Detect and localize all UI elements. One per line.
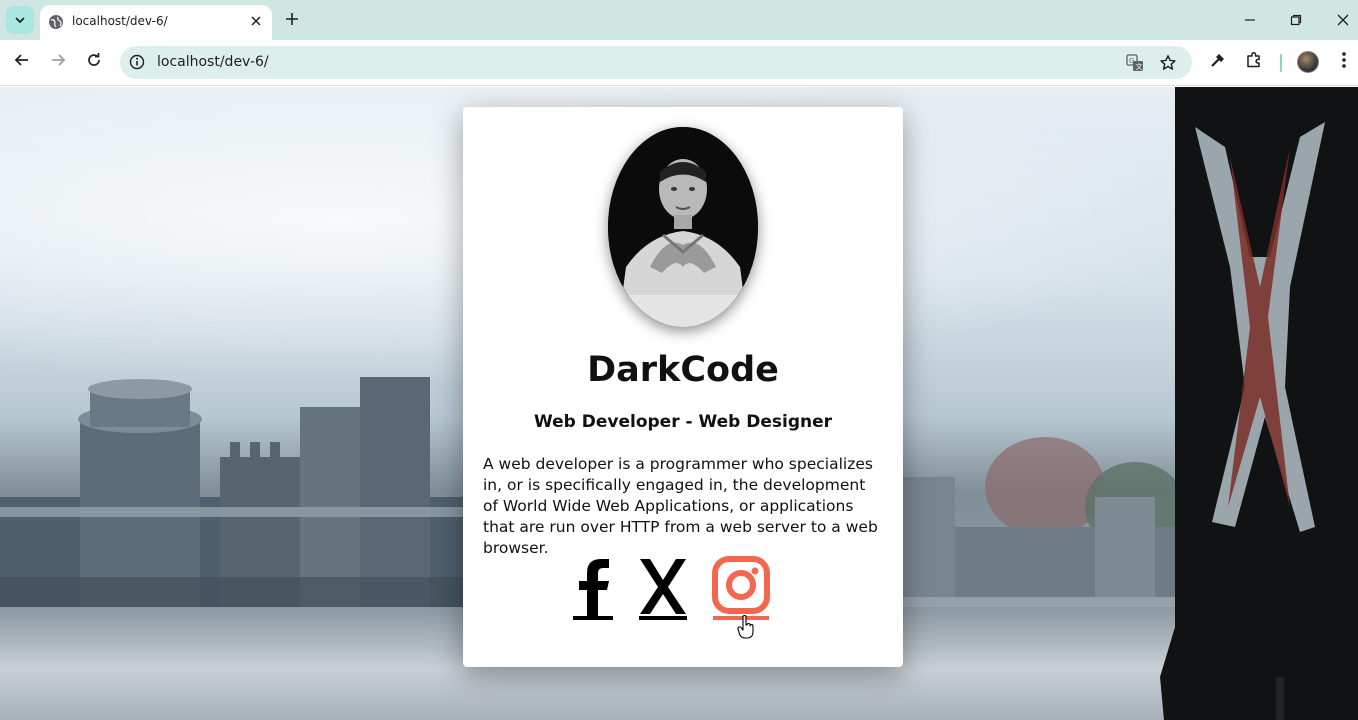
- reload-icon: [86, 52, 102, 72]
- back-button[interactable]: [12, 52, 32, 72]
- browser-tab[interactable]: localhost/dev-6/: [40, 5, 272, 40]
- close-window-button[interactable]: [1335, 12, 1351, 28]
- minimize-icon: [1244, 11, 1256, 30]
- profile-name: DarkCode: [587, 350, 779, 390]
- tab-search-button[interactable]: [6, 6, 34, 34]
- eyedropper-icon: [1209, 51, 1227, 73]
- x-icon: [636, 556, 690, 626]
- puzzle-icon: [1245, 51, 1263, 73]
- arrow-left-icon: [14, 52, 30, 72]
- bookmark-star-icon[interactable]: [1158, 53, 1178, 73]
- translate-icon[interactable]: G文: [1125, 53, 1145, 73]
- chevron-down-icon: [14, 11, 26, 30]
- hand-pointer-icon: [737, 614, 755, 643]
- browser-toolbar: localhost/dev-6/ G文: [0, 40, 1358, 86]
- forward-button[interactable]: [48, 52, 68, 72]
- toolbar-divider: [1280, 54, 1282, 72]
- tab-title: localhost/dev-6/: [72, 14, 168, 28]
- restore-button[interactable]: [1288, 12, 1304, 28]
- more-vert-icon: [1341, 51, 1347, 73]
- x-link[interactable]: [633, 557, 693, 625]
- browser-menu-button[interactable]: [1334, 52, 1354, 72]
- background-banner: [1160, 87, 1358, 720]
- profile-bio: A web developer is a programmer who spec…: [483, 455, 878, 557]
- new-tab-button[interactable]: [282, 10, 302, 30]
- arrow-right-icon: [50, 52, 66, 72]
- minimize-button[interactable]: [1242, 12, 1258, 28]
- profile-card: DarkCode Web Developer - Web Designer A …: [463, 107, 903, 667]
- facebook-link[interactable]: [563, 557, 623, 625]
- address-bar[interactable]: localhost/dev-6/ G文: [120, 46, 1192, 79]
- background-castle: [0, 377, 470, 647]
- profile-avatar[interactable]: [1297, 51, 1319, 73]
- url-text[interactable]: localhost/dev-6/: [157, 54, 269, 70]
- reload-button[interactable]: [84, 52, 104, 72]
- close-icon: [1337, 11, 1349, 30]
- social-links: [563, 556, 803, 627]
- extensions-button[interactable]: [1244, 51, 1264, 73]
- profile-photo: [608, 127, 758, 327]
- facebook-icon: [571, 556, 615, 626]
- globe-icon: [48, 14, 64, 34]
- svg-text:文: 文: [1136, 62, 1143, 71]
- tab-strip: localhost/dev-6/: [0, 0, 1358, 40]
- page-viewport: DarkCode Web Developer - Web Designer A …: [0, 87, 1358, 720]
- restore-icon: [1290, 11, 1302, 30]
- plus-icon: [285, 11, 299, 30]
- close-tab-icon[interactable]: [248, 13, 264, 29]
- svg-text:G: G: [1129, 57, 1134, 65]
- eyedropper-button[interactable]: [1208, 52, 1228, 72]
- site-info-icon[interactable]: [129, 54, 145, 74]
- profile-role: Web Developer - Web Designer: [533, 412, 833, 432]
